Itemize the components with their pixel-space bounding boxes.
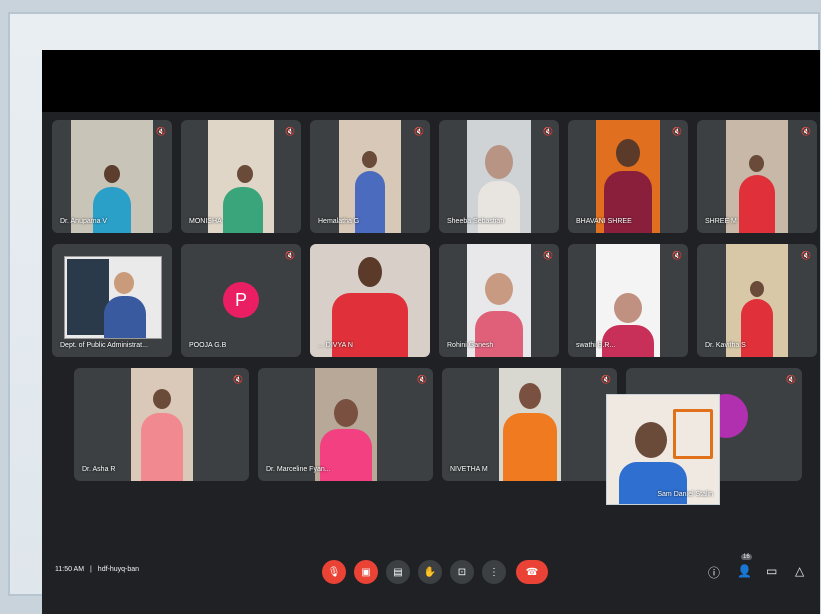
activities-button[interactable]: △	[795, 564, 804, 578]
camera-off-icon: ▣	[361, 566, 371, 578]
participant-person	[215, 147, 267, 233]
participant-tile[interactable]: ... DIVYA N	[310, 244, 430, 357]
mic-off-icon: 🔇	[601, 375, 611, 384]
mic-off-icon: 🔇	[672, 127, 682, 136]
participant-tile[interactable]: 🔇 Dr. Kavitha S	[697, 244, 817, 357]
participant-name: Dr. Anupama V	[60, 218, 108, 225]
separator: |	[90, 566, 92, 573]
participant-name: MONISHA	[189, 218, 222, 225]
more-options-icon: ⋮	[489, 566, 499, 578]
participant-tile[interactable]: 🔇 Hemalatha G	[310, 120, 430, 233]
mic-off-icon: 🔇	[786, 375, 796, 384]
meeting-window: 🔇 Dr. Anupama V 🔇 MONISHA 🔇 Hemalatha G …	[42, 50, 820, 614]
participant-video	[208, 120, 274, 233]
participant-video	[596, 244, 660, 357]
participant-video	[467, 120, 531, 233]
participant-person	[104, 266, 146, 338]
participant-video	[310, 244, 430, 357]
mic-off-icon: 🔇	[672, 251, 682, 260]
participant-tile[interactable]: 🔇 Dr. Marceline Fyan...	[258, 368, 433, 481]
info-button[interactable]: ⓘ	[708, 564, 720, 581]
participant-tile[interactable]: 🔇 swathi B.R...	[568, 244, 688, 357]
end-call-button[interactable]: ☎	[516, 560, 548, 584]
participant-name: Dept. of Public Administrat...	[60, 342, 148, 349]
participant-video	[726, 120, 788, 233]
mic-off-icon: 🔇	[233, 375, 243, 384]
captions-icon: ▤	[393, 566, 403, 578]
participant-video	[596, 120, 660, 233]
people-icon: 👤	[737, 564, 752, 578]
participant-name: Dr. Marceline Fyan...	[266, 466, 331, 473]
people-count-badge: 16	[741, 554, 752, 560]
participant-tile[interactable]: P 🔇 POOJA G.B	[181, 244, 301, 357]
info-icon: ⓘ	[708, 566, 721, 580]
participant-tile[interactable]: 🔇 Sheeba Sebastian	[439, 120, 559, 233]
captions-button[interactable]: ▤	[386, 560, 410, 584]
participant-name: Dr. Kavitha S	[705, 342, 746, 349]
end-call-icon: ☎	[525, 566, 539, 578]
mic-off-icon: 🔇	[543, 251, 553, 260]
participant-tile[interactable]: 🔇 NIVETHA M	[442, 368, 617, 481]
participant-video	[130, 368, 193, 481]
mic-off-icon: 🔇	[414, 127, 424, 136]
mic-off-icon: 🔇	[543, 127, 553, 136]
mic-off-icon: 🔇	[801, 127, 811, 136]
bookshelf-background	[67, 259, 109, 335]
activities-icon: △	[795, 564, 805, 578]
participant-tile[interactable]: 🔇 Dr. Anupama V	[52, 120, 172, 233]
participant-name: Dr. Asha R	[82, 466, 116, 473]
self-view-tile[interactable]: Sam Daniel Stalin	[606, 394, 720, 505]
meeting-time-and-code: 11:50 AM | hdf-huyq-ban	[55, 566, 139, 573]
present-icon: ⊡	[457, 566, 467, 578]
mic-off-icon: 🔇	[417, 375, 427, 384]
participant-name: POOJA G.B	[189, 342, 227, 349]
mic-off-icon: 🔇	[156, 127, 166, 136]
mic-toggle-button[interactable]: 🎙	[322, 560, 346, 584]
participant-name: SHREE M	[705, 218, 737, 225]
participant-video	[726, 244, 788, 357]
participant-name: Sheeba Sebastian	[447, 218, 505, 225]
participant-person	[501, 377, 559, 481]
participant-tile[interactable]: 🔇 Dr. Asha R	[74, 368, 249, 481]
mic-off-icon: 🔇	[285, 127, 295, 136]
participant-name: Rohini Ganesh	[447, 342, 494, 349]
participant-name: Hemalatha G	[318, 218, 360, 225]
mic-off-icon: 🔇	[285, 251, 295, 260]
mic-off-icon: 🎙	[327, 566, 341, 578]
raise-hand-icon: ✋	[423, 566, 437, 578]
participant-tile[interactable]: Dept. of Public Administrat...	[52, 244, 172, 357]
participant-video	[498, 368, 561, 481]
participant-video	[467, 244, 531, 357]
chat-button[interactable]: ▭	[766, 564, 777, 578]
mic-off-icon: 🔇	[801, 251, 811, 260]
participant-tile[interactable]: 🔇 BHAVANI SHREE	[568, 120, 688, 233]
self-view-name: Sam Daniel Stalin	[657, 491, 713, 498]
chat-icon: ▭	[766, 564, 778, 578]
avatar: P	[223, 282, 259, 318]
participant-video	[71, 120, 153, 233]
meeting-code: hdf-huyq-ban	[97, 566, 140, 573]
participant-name: NIVETHA M	[450, 466, 488, 473]
more-options-button[interactable]: ⋮	[482, 560, 506, 584]
camera-toggle-button[interactable]: ▣	[354, 560, 378, 584]
participant-name: BHAVANI SHREE	[576, 218, 632, 225]
participant-name: ... DIVYA N	[318, 342, 353, 349]
participant-tile[interactable]: 🔇 SHREE M	[697, 120, 817, 233]
raise-hand-button[interactable]: ✋	[418, 560, 442, 584]
participant-video	[314, 368, 377, 481]
screenshot-frame: 🔇 Dr. Anupama V 🔇 MONISHA 🔇 Hemalatha G …	[8, 12, 820, 614]
participant-tile[interactable]: 🔇 Rohini Ganesh	[439, 244, 559, 357]
meeting-time: 11:50 AM	[55, 566, 85, 573]
participant-person	[737, 145, 777, 233]
participant-tile[interactable]: 🔇 MONISHA	[181, 120, 301, 233]
people-button[interactable]: 👤 16	[737, 554, 752, 578]
present-button[interactable]: ⊡	[450, 560, 474, 584]
participant-name: swathi B.R...	[576, 342, 616, 349]
participant-video	[339, 120, 401, 233]
participant-person	[137, 381, 187, 481]
participant-video	[64, 256, 162, 339]
call-controls-bar: 11:50 AM | hdf-huyq-ban 🎙 ▣ ▤ ✋ ⊡ ⋮ ☎ ⓘ …	[42, 552, 820, 614]
